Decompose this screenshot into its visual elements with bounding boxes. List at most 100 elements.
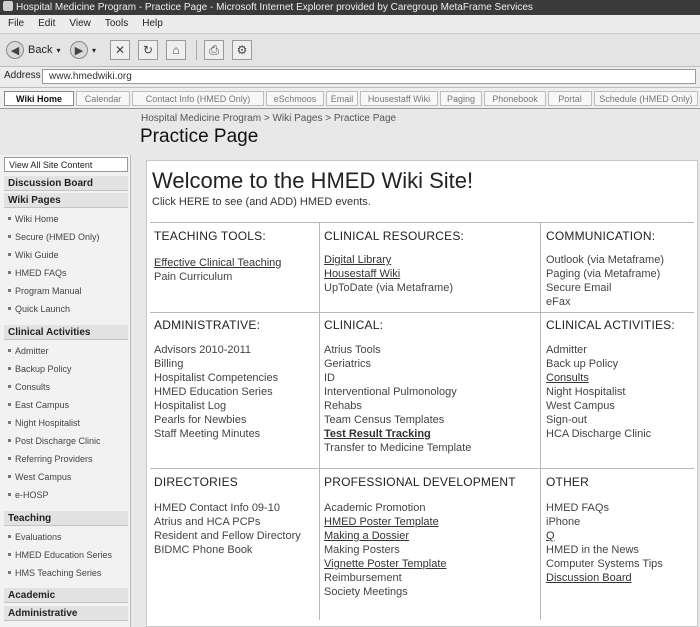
sidebar-item-backup-policy[interactable]: Backup Policy — [8, 364, 72, 374]
link-hmed-contact-info[interactable]: HMED Contact Info 09-10 — [154, 502, 280, 514]
sidebar-heading-discussion-board[interactable]: Discussion Board — [4, 176, 128, 191]
sidebar-heading-wiki-pages[interactable]: Wiki Pages — [4, 193, 128, 208]
link-interventional-pulmonology[interactable]: Interventional Pulmonology — [324, 386, 457, 398]
menu-help[interactable]: Help — [142, 18, 163, 29]
sidebar-item-hmed-education-series[interactable]: HMED Education Series — [8, 550, 112, 560]
home-button[interactable]: ⌂ — [166, 39, 186, 61]
sidebar-heading-administrative[interactable]: Administrative — [4, 606, 128, 621]
sidebar-item-secure[interactable]: Secure (HMED Only) — [8, 232, 100, 242]
link-q[interactable]: Q — [546, 530, 555, 542]
link-atrius-hca-pcps[interactable]: Atrius and HCA PCPs — [154, 516, 260, 528]
link-efax[interactable]: eFax — [546, 296, 570, 308]
link-housestaff-wiki[interactable]: Housestaff Wiki — [324, 268, 400, 280]
tab-email[interactable]: Email — [326, 91, 358, 106]
link-hospitalist-log[interactable]: Hospitalist Log — [154, 400, 226, 412]
sidebar-item-wiki-guide[interactable]: Wiki Guide — [8, 250, 59, 260]
link-billing[interactable]: Billing — [154, 358, 183, 370]
link-discussion-board[interactable]: Discussion Board — [546, 572, 632, 584]
sidebar-item-wiki-home[interactable]: Wiki Home — [8, 214, 59, 224]
forward-button[interactable]: ▶ ▾ — [70, 39, 96, 61]
sidebar-item-evaluations[interactable]: Evaluations — [8, 532, 62, 542]
link-sign-out[interactable]: Sign-out — [546, 414, 587, 426]
link-hca-discharge-clinic[interactable]: HCA Discharge Clinic — [546, 428, 651, 440]
link-society-meetings[interactable]: Society Meetings — [324, 586, 408, 598]
link-transfer-to-medicine-template[interactable]: Transfer to Medicine Template — [324, 442, 471, 454]
link-west-campus[interactable]: West Campus — [546, 400, 615, 412]
tab-calendar[interactable]: Calendar — [76, 91, 130, 106]
tab-portal[interactable]: Portal — [548, 91, 592, 106]
link-iphone[interactable]: iPhone — [546, 516, 580, 528]
link-team-census-templates[interactable]: Team Census Templates — [324, 414, 444, 426]
sidebar-item-night-hospitalist[interactable]: Night Hospitalist — [8, 418, 80, 428]
tab-housestaff-wiki[interactable]: Housestaff Wiki — [360, 91, 438, 106]
sidebar-item-post-discharge-clinic[interactable]: Post Discharge Clinic — [8, 436, 101, 446]
sidebar-item-quick-launch[interactable]: Quick Launch — [8, 304, 70, 314]
sidebar-item-east-campus[interactable]: East Campus — [8, 400, 69, 410]
link-paging[interactable]: Paging (via Metaframe) — [546, 268, 660, 280]
link-academic-promotion[interactable]: Academic Promotion — [324, 502, 426, 514]
back-button[interactable]: ◀ Back ▾ — [6, 39, 60, 61]
menu-file[interactable]: File — [8, 18, 24, 29]
link-admitter[interactable]: Admitter — [546, 344, 587, 356]
link-staff-meeting-minutes[interactable]: Staff Meeting Minutes — [154, 428, 260, 440]
link-geriatrics[interactable]: Geriatrics — [324, 358, 371, 370]
link-advisors[interactable]: Advisors 2010-2011 — [154, 344, 251, 356]
refresh-button[interactable]: ↻ — [138, 39, 158, 61]
link-making-posters[interactable]: Making Posters — [324, 544, 400, 556]
link-computer-systems-tips[interactable]: Computer Systems Tips — [546, 558, 663, 570]
tab-paging[interactable]: Paging — [440, 91, 482, 106]
tab-phonebook[interactable]: Phonebook — [484, 91, 546, 106]
sidebar-item-west-campus[interactable]: West Campus — [8, 472, 71, 482]
tab-contact-info[interactable]: Contact Info (HMED Only) — [132, 91, 264, 106]
sidebar-heading-clinical-activities[interactable]: Clinical Activities — [4, 325, 128, 340]
link-hmed-education-series[interactable]: HMED Education Series — [154, 386, 273, 398]
link-back-up-policy[interactable]: Back up Policy — [546, 358, 618, 370]
link-consults[interactable]: Consults — [546, 372, 589, 384]
link-hmed-faqs[interactable]: HMED FAQs — [546, 502, 609, 514]
link-uptodate[interactable]: UpToDate (via Metaframe) — [324, 282, 453, 294]
link-reimbursement[interactable]: Reimbursement — [324, 572, 402, 584]
back-dropdown-icon[interactable]: ▾ — [56, 46, 60, 55]
link-digital-library[interactable]: Digital Library — [324, 254, 391, 266]
link-test-result-tracking[interactable]: Test Result Tracking — [324, 428, 431, 440]
sidebar-item-consults[interactable]: Consults — [8, 382, 50, 392]
tools-button[interactable]: ⚙ — [232, 39, 252, 61]
link-pearls-for-newbies[interactable]: Pearls for Newbies — [154, 414, 246, 426]
sidebar-item-e-hosp[interactable]: e-HOSP — [8, 490, 49, 500]
link-effective-clinical-teaching[interactable]: Effective Clinical Teaching — [154, 257, 281, 269]
link-resident-fellow-directory[interactable]: Resident and Fellow Directory — [154, 530, 301, 542]
link-pain-curriculum[interactable]: Pain Curriculum — [154, 271, 232, 283]
link-bidmc-phone-book[interactable]: BIDMC Phone Book — [154, 544, 252, 556]
link-making-a-dossier[interactable]: Making a Dossier — [324, 530, 409, 542]
address-input[interactable] — [42, 69, 696, 84]
sidebar-item-hms-teaching-series[interactable]: HMS Teaching Series — [8, 568, 101, 578]
link-id[interactable]: ID — [324, 372, 335, 384]
sidebar-item-program-manual[interactable]: Program Manual — [8, 286, 82, 296]
events-link[interactable]: Click HERE to see (and ADD) HMED events. — [152, 196, 371, 208]
link-secure-email[interactable]: Secure Email — [546, 282, 611, 294]
sidebar-item-hmed-faqs[interactable]: HMED FAQs — [8, 268, 67, 278]
breadcrumb[interactable]: Hospital Medicine Program > Wiki Pages >… — [141, 113, 396, 124]
forward-dropdown-icon[interactable]: ▾ — [92, 46, 96, 55]
link-hmed-poster-template[interactable]: HMED Poster Template — [324, 516, 439, 528]
view-all-site-content-link[interactable]: View All Site Content — [4, 157, 128, 172]
sidebar-heading-teaching[interactable]: Teaching — [4, 511, 128, 526]
sidebar-item-referring-providers[interactable]: Referring Providers — [8, 454, 93, 464]
sidebar-item-admitter[interactable]: Admitter — [8, 346, 49, 356]
sidebar-heading-academic[interactable]: Academic — [4, 588, 128, 603]
menu-tools[interactable]: Tools — [105, 18, 128, 29]
tab-schedule[interactable]: Schedule (HMED Only) — [594, 91, 698, 106]
print-button[interactable]: ⎙ — [204, 39, 224, 61]
link-hospitalist-competencies[interactable]: Hospitalist Competencies — [154, 372, 278, 384]
stop-button[interactable]: ✕ — [110, 39, 130, 61]
link-night-hospitalist[interactable]: Night Hospitalist — [546, 386, 625, 398]
link-rehabs[interactable]: Rehabs — [324, 400, 362, 412]
link-outlook[interactable]: Outlook (via Metaframe) — [546, 254, 664, 266]
link-atrius-tools[interactable]: Atrius Tools — [324, 344, 381, 356]
menu-edit[interactable]: Edit — [38, 18, 55, 29]
link-hmed-in-the-news[interactable]: HMED in the News — [546, 544, 639, 556]
menu-view[interactable]: View — [69, 18, 91, 29]
tab-eschmoos[interactable]: eSchmoos — [266, 91, 324, 106]
tab-wiki-home[interactable]: Wiki Home — [4, 91, 74, 106]
link-vignette-poster-template[interactable]: Vignette Poster Template — [324, 558, 447, 570]
